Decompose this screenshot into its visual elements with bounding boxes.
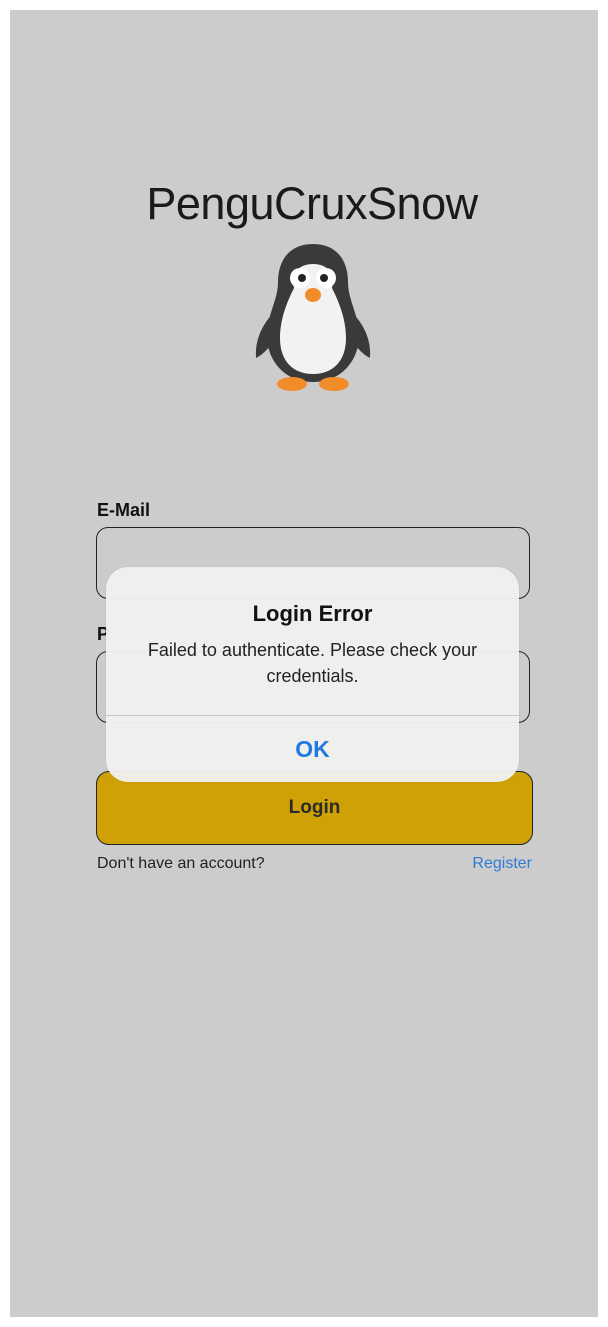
alert-ok-button[interactable]: OK (106, 716, 519, 782)
alert-message: Failed to authenticate. Please check you… (147, 640, 478, 686)
alert-dialog: Login Error Failed to authenticate. Plea… (106, 567, 519, 782)
dialog-overlay: Login Error Failed to authenticate. Plea… (10, 10, 598, 1317)
alert-title: Login Error (252, 601, 373, 626)
app-screen: PenguCruxSnow E-Mail P Login Don't have … (10, 10, 598, 1317)
